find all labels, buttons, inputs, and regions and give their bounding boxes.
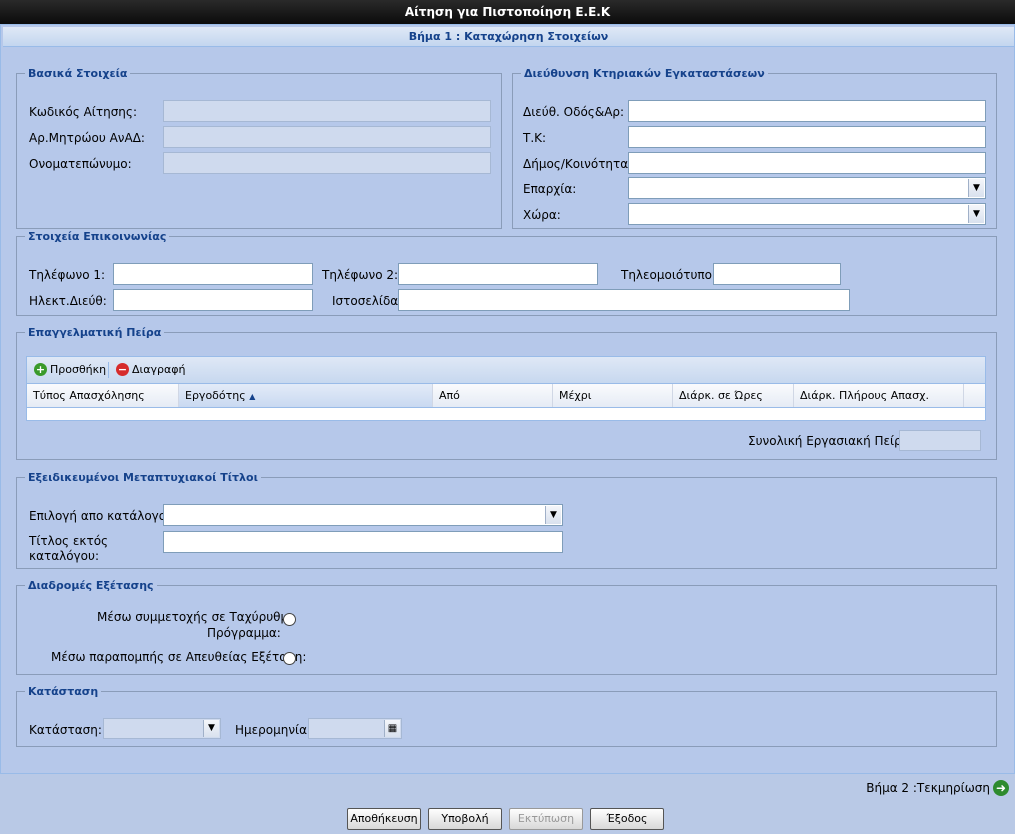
footer: Βήμα 2 :Τεκμηρίωση ➜ Αποθήκευση Υποβολή … xyxy=(0,774,1015,834)
application-code-field xyxy=(163,100,491,122)
column-employment-type[interactable]: Τύπος Απασχόλησης xyxy=(27,384,179,407)
chevron-down-icon: ▼ xyxy=(203,720,219,737)
toolbar-separator xyxy=(108,362,109,378)
exam-section: Διαδρομές Εξέτασης Μέσω συμμετοχής σε Τα… xyxy=(16,579,997,675)
experience-legend: Επαγγελματική Πείρα xyxy=(28,326,162,339)
status-label: Κατάσταση: xyxy=(29,723,102,737)
catalog-label: Επιλογή απο κατάλογο: xyxy=(29,509,171,523)
direct-exam-label: Μέσω παραπομπής σε Απευθείας Εξέταση: xyxy=(51,650,307,664)
fast-track-label-2: Πρόγραμμα: xyxy=(207,626,281,640)
country-select[interactable]: ▼ xyxy=(628,203,986,225)
experience-grid-header: Τύπος Απασχόλησης Εργοδότης ▲ Από Μέχρι … xyxy=(26,384,986,408)
full-name-field xyxy=(163,152,491,174)
website-label: Ιστοσελίδα: xyxy=(332,294,403,308)
street-label: Διεύθ. Οδός&Αρ: xyxy=(523,105,625,119)
email-label: Ηλεκτ.Διεύθ: xyxy=(29,294,107,308)
zip-label: Τ.Κ: xyxy=(523,131,547,145)
exit-button[interactable]: Έξοδος xyxy=(590,808,664,830)
website-input[interactable] xyxy=(398,289,850,311)
other-title-label-2: καταλόγου: xyxy=(29,549,99,563)
email-input[interactable] xyxy=(113,289,313,311)
sort-ascending-icon: ▲ xyxy=(249,392,256,401)
add-icon: + xyxy=(34,363,47,376)
delete-icon: − xyxy=(116,363,129,376)
experience-section: Επαγγελματική Πείρα + Προσθήκη − Διαγραφ… xyxy=(16,326,997,460)
experience-grid-body xyxy=(26,408,986,421)
municipality-label: Δήμος/Κοινότητα: xyxy=(523,157,633,171)
column-from[interactable]: Από xyxy=(433,384,553,407)
window-title: Αίτηση για Πιστοποίηση Ε.Ε.Κ xyxy=(0,0,1015,24)
exam-legend: Διαδρομές Εξέτασης xyxy=(28,579,154,592)
basic-info-section: Βασικά Στοιχεία Κωδικός Αίτησης: Αρ.Μητρ… xyxy=(16,67,502,229)
other-title-label-1: Τίτλος εκτός xyxy=(29,534,109,548)
status-legend: Κατάσταση xyxy=(28,685,99,698)
form-panel: Βήμα 1 : Καταχώρηση Στοιχείων Βασικά Στο… xyxy=(0,24,1015,774)
street-input[interactable] xyxy=(628,100,986,122)
chevron-down-icon[interactable]: ▼ xyxy=(545,506,561,524)
fax-input[interactable] xyxy=(713,263,841,285)
column-to[interactable]: Μέχρι xyxy=(553,384,673,407)
delete-button[interactable]: − Διαγραφή xyxy=(116,363,185,376)
prefecture-select[interactable]: ▼ xyxy=(628,177,986,199)
fast-track-radio[interactable] xyxy=(283,613,296,626)
phone1-label: Τηλέφωνο 1: xyxy=(29,268,106,282)
calendar-icon[interactable]: ▦ xyxy=(384,720,400,737)
country-label: Χώρα: xyxy=(523,208,561,222)
phone2-input[interactable] xyxy=(398,263,598,285)
step-header: Βήμα 1 : Καταχώρηση Στοιχείων xyxy=(3,27,1014,47)
column-employer[interactable]: Εργοδότης ▲ xyxy=(179,384,433,407)
registry-number-field xyxy=(163,126,491,148)
date-field: ▦ xyxy=(308,718,402,739)
prefecture-label: Επαρχία: xyxy=(523,182,577,196)
full-name-label: Ονοματεπώνυμο: xyxy=(29,157,132,171)
phone2-label: Τηλέφωνο 2: xyxy=(322,268,399,282)
application-code-label: Κωδικός Αίτησης: xyxy=(29,105,137,119)
add-label: Προσθήκη xyxy=(50,363,107,376)
municipality-input[interactable] xyxy=(628,152,986,174)
delete-label: Διαγραφή xyxy=(132,363,186,376)
titles-section: Εξειδικευμένοι Μεταπτυχιακοί Τίτλοι Επιλ… xyxy=(16,471,997,569)
fax-label: Τηλεομοιότυπο: xyxy=(621,268,717,282)
direct-exam-radio[interactable] xyxy=(283,652,296,665)
experience-toolbar: + Προσθήκη − Διαγραφή xyxy=(26,356,986,384)
column-fulltime[interactable]: Διάρκ. Πλήρους Απασχ. xyxy=(794,384,964,407)
address-section: Διεύθυνση Κτηριακών Εγκαταστάσεων Διεύθ.… xyxy=(512,67,997,229)
date-label: Ημερομηνία: xyxy=(235,723,312,737)
registry-number-label: Αρ.Μητρώου ΑνΑΔ: xyxy=(29,131,145,145)
total-experience-field xyxy=(899,430,981,451)
next-step-link[interactable]: Βήμα 2 :Τεκμηρίωση ➜ xyxy=(866,780,1009,796)
arrow-right-icon[interactable]: ➜ xyxy=(993,780,1009,796)
save-button[interactable]: Αποθήκευση xyxy=(347,808,421,830)
catalog-select[interactable]: ▼ xyxy=(163,504,563,526)
phone1-input[interactable] xyxy=(113,263,313,285)
column-hours[interactable]: Διάρκ. σε Ώρες xyxy=(673,384,794,407)
status-section: Κατάσταση Κατάσταση: ▼ Ημερομηνία: ▦ xyxy=(16,685,997,747)
basic-info-legend: Βασικά Στοιχεία xyxy=(28,67,128,80)
submit-button[interactable]: Υποβολή xyxy=(428,808,502,830)
fast-track-label-1: Μέσω συμμετοχής σε Ταχύρυθμο xyxy=(97,610,296,624)
total-experience-label: Συνολική Εργασιακή Πείρα: xyxy=(748,434,914,448)
zip-input[interactable] xyxy=(628,126,986,148)
address-legend: Διεύθυνση Κτηριακών Εγκαταστάσεων xyxy=(524,67,765,80)
other-title-input[interactable] xyxy=(163,531,563,553)
add-button[interactable]: + Προσθήκη xyxy=(34,363,106,376)
titles-legend: Εξειδικευμένοι Μεταπτυχιακοί Τίτλοι xyxy=(28,471,258,484)
chevron-down-icon[interactable]: ▼ xyxy=(968,179,984,197)
chevron-down-icon[interactable]: ▼ xyxy=(968,205,984,223)
contact-section: Στοιχεία Επικοινωνίας Τηλέφωνο 1: Τηλέφω… xyxy=(16,230,997,316)
next-step-label: Βήμα 2 :Τεκμηρίωση xyxy=(866,781,990,795)
print-button: Εκτύπωση xyxy=(509,808,583,830)
status-select: ▼ xyxy=(103,718,221,739)
contact-legend: Στοιχεία Επικοινωνίας xyxy=(28,230,167,243)
